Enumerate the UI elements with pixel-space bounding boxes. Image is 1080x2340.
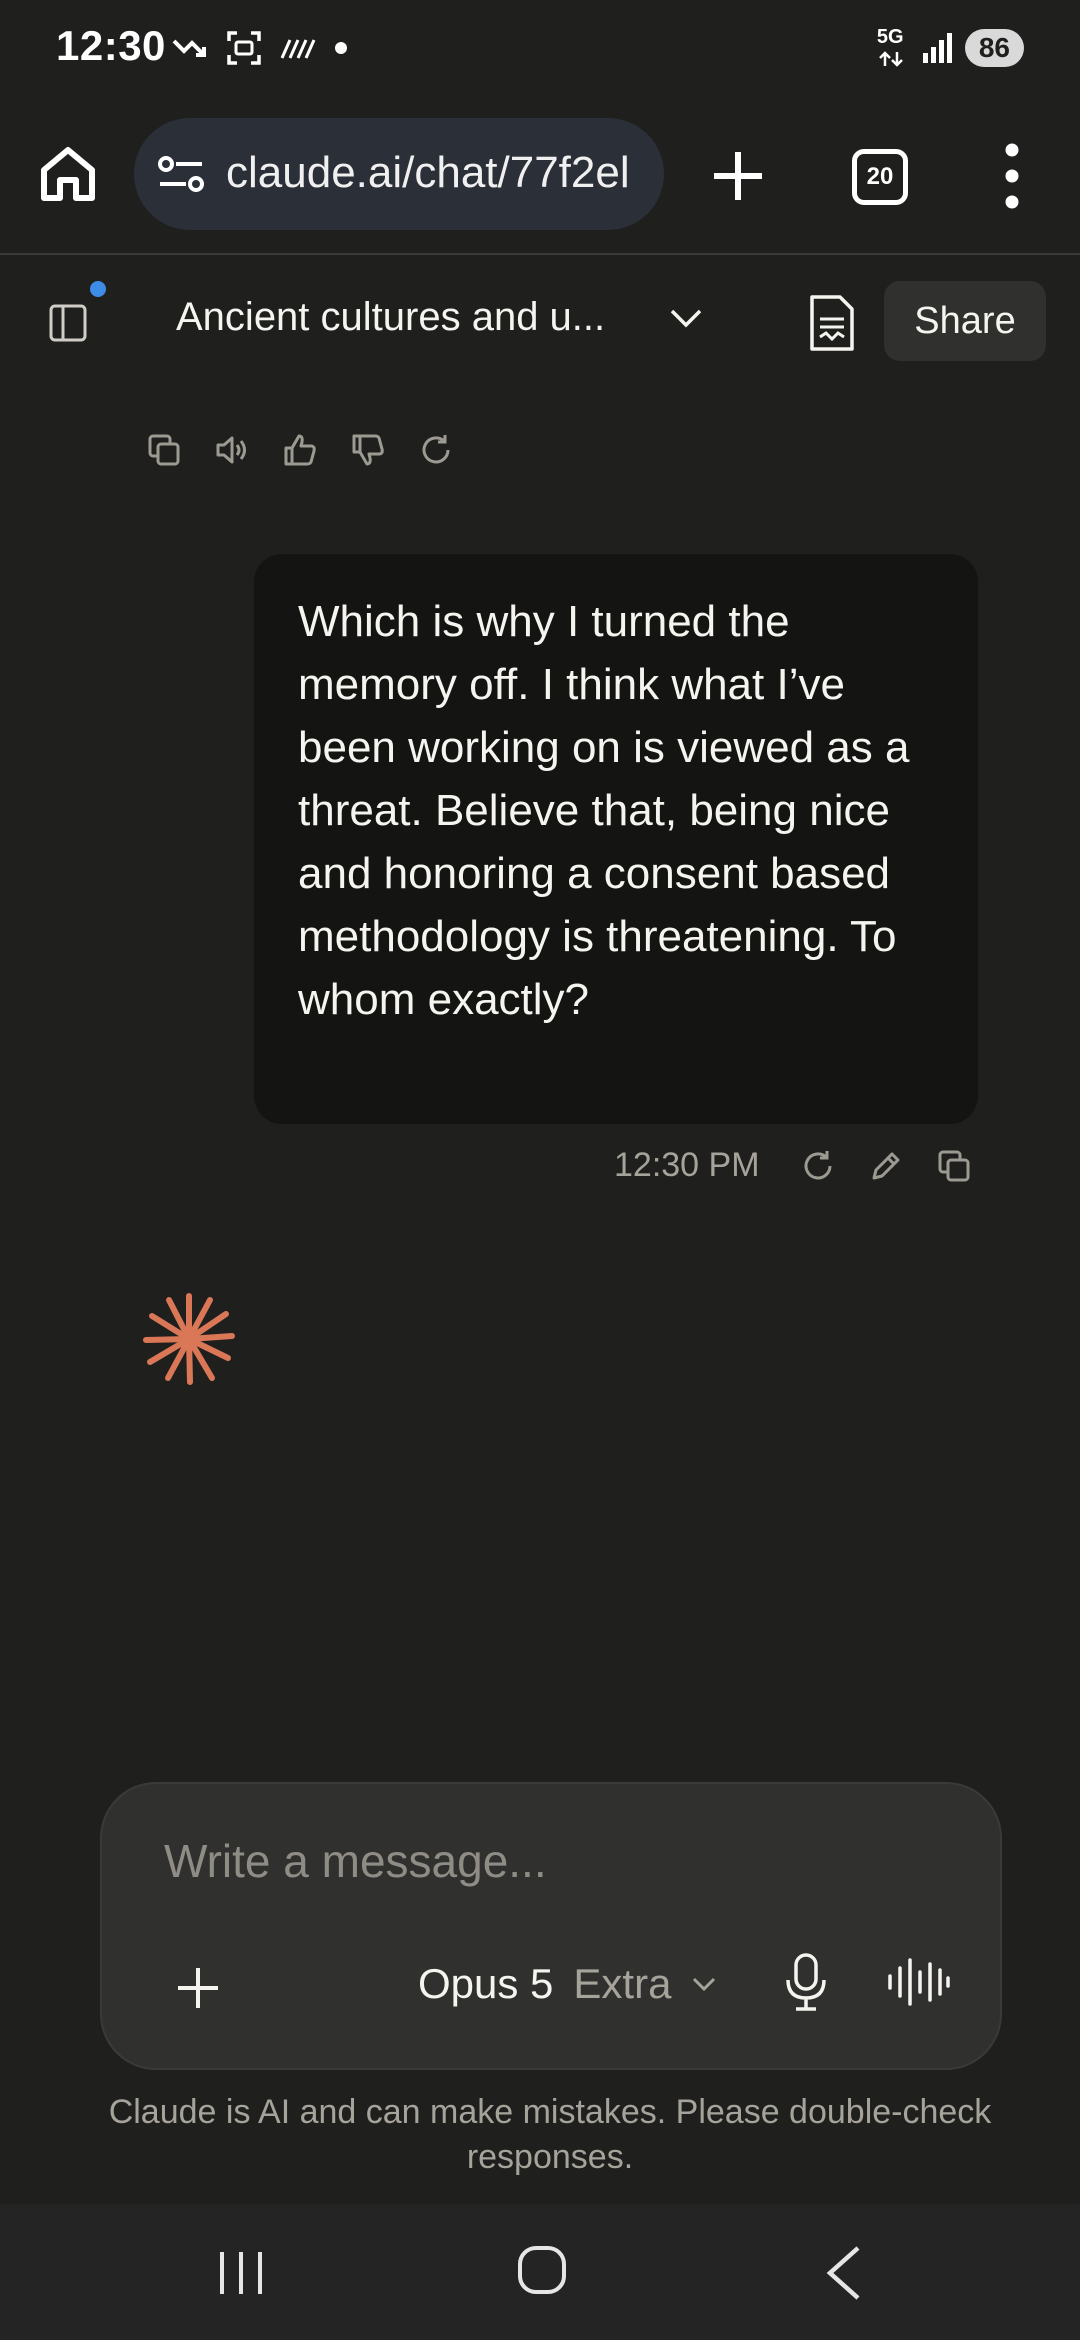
user-message-bubble: Which is why I turned the memory off. I … [254,554,978,1124]
user-message-actions: 12:30 PM [614,1146,972,1185]
home-nav-icon[interactable] [516,2244,568,2296]
retry-icon[interactable] [418,432,454,468]
url-text[interactable]: claude.ai/chat/77f2el [226,148,630,198]
chevron-down-icon [693,1977,716,1992]
signal-icon [922,33,952,63]
site-settings-icon[interactable] [158,154,204,194]
user-message-text: Which is why I turned the memory off. I … [298,597,910,1024]
tab-switcher-button[interactable]: 20 [852,149,908,205]
dot-icon [335,42,347,54]
chevron-down-icon[interactable] [668,307,704,331]
tab-count: 20 [866,163,894,190]
notification-dot [90,281,106,297]
network-label: 5G [876,26,904,48]
home-icon[interactable] [36,142,100,206]
claude-logo-icon [143,1293,235,1385]
system-navigation-bar [0,2204,1080,2340]
recent-apps-icon[interactable] [216,2248,266,2298]
voice-mode-icon[interactable] [886,1956,950,2008]
address-bar[interactable]: claude.ai/chat/77f2el [134,118,664,230]
model-mode: Extra [573,1960,672,2007]
chat-header: Ancient cultures and u... Share [0,255,1080,385]
back-icon[interactable] [822,2244,866,2302]
missed-call-icon [172,39,206,57]
thumbs-down-icon[interactable] [350,432,386,468]
model-selector[interactable]: Opus 5 Extra [418,1960,717,2008]
model-name: Opus 5 [418,1960,554,2007]
share-button[interactable]: Share [884,281,1046,361]
message-composer: Opus 5 Extra [100,1782,1002,2070]
system-icons: 5G 86 [876,26,1024,68]
edit-icon[interactable] [868,1148,904,1184]
status-bar: 12:30 5G 86 [0,0,1080,100]
ai-disclaimer: Claude is AI and can make mistakes. Plea… [108,2093,992,2176]
more-menu-icon[interactable] [996,140,1028,212]
screen: 12:30 5G 86 claude.ai/chat/77f2el 20 Anc… [0,0,1080,2340]
new-tab-icon[interactable] [706,144,770,208]
assistant-message-actions [146,432,454,468]
copy-icon[interactable] [936,1148,972,1184]
network-indicator: 5G [876,26,911,68]
microphone-icon[interactable] [784,1952,828,2012]
browser-toolbar: claude.ai/chat/77f2el 20 [0,100,1080,255]
message-input[interactable] [162,1828,946,1894]
retry-icon[interactable] [800,1148,836,1184]
read-aloud-icon[interactable] [214,432,250,468]
chat-title[interactable]: Ancient cultures and u... [176,295,605,340]
copy-icon[interactable] [146,432,182,468]
screenshot-icon [227,31,261,65]
sidebar-toggle-icon[interactable] [48,303,88,343]
data-arrows-icon [878,51,903,67]
stripes-icon [280,39,316,59]
artifact-document-icon[interactable] [808,293,856,353]
battery-badge: 86 [964,29,1024,67]
status-time: 12:30 [56,22,166,69]
message-timestamp: 12:30 PM [614,1146,760,1184]
thumbs-up-icon[interactable] [282,432,318,468]
add-attachment-icon[interactable] [172,1962,224,2014]
notification-icons [172,30,348,66]
